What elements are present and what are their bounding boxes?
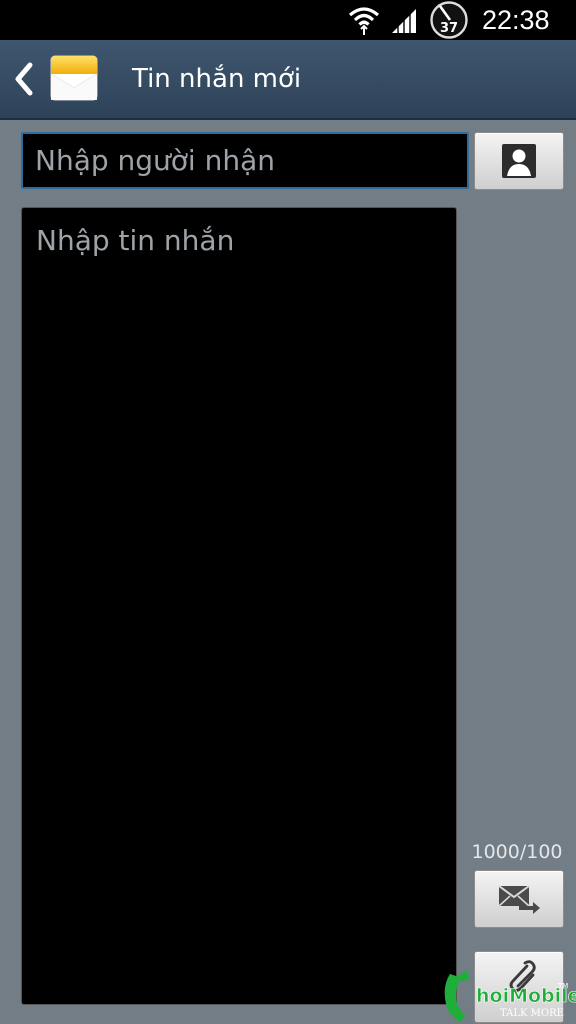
brand-watermark-logo: hoiMobile TM TALK MORE xyxy=(444,970,576,1022)
wifi-icon xyxy=(348,7,380,35)
status-bar: 37 22:38 xyxy=(0,0,576,40)
action-bar: Tin nhắn mới xyxy=(0,40,576,120)
svg-text:TM: TM xyxy=(557,982,568,990)
page-title: Tin nhắn mới xyxy=(132,64,302,94)
battery-level: 37 xyxy=(439,21,459,36)
clock: 22:38 xyxy=(482,5,550,35)
character-counter: 1000/100 xyxy=(471,841,563,863)
contact-icon xyxy=(502,144,536,178)
send-button[interactable] xyxy=(474,870,564,928)
send-icon xyxy=(498,885,540,914)
svg-text:TALK MORE: TALK MORE xyxy=(500,1008,564,1019)
back-arrow-icon[interactable] xyxy=(8,58,38,100)
recipient-input[interactable] xyxy=(21,132,469,189)
contact-picker-button[interactable] xyxy=(474,132,564,190)
signal-icon xyxy=(392,9,416,33)
message-input[interactable] xyxy=(21,207,457,1005)
envelope-icon xyxy=(50,55,98,101)
